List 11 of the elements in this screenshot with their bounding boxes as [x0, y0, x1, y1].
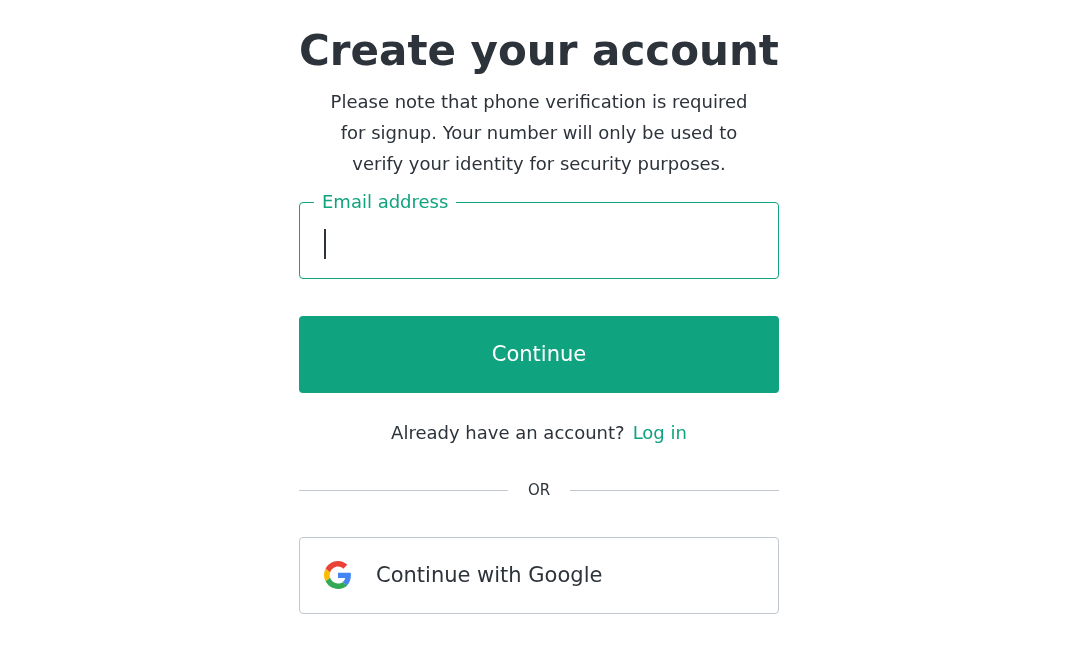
divider-text: OR — [526, 480, 552, 502]
description-text: Please note that phone verification is required for signup. Your number will only be used to verify your identity for security purposes. — [329, 90, 749, 177]
page-title: Create your account — [299, 26, 779, 77]
login-prompt-text: Already have an account? — [391, 422, 625, 444]
continue-button[interactable]: Continue — [299, 316, 779, 394]
button-label: Continue with Google — [376, 561, 603, 589]
google-signin-button[interactable]: Continue with Google — [299, 536, 779, 614]
field-label: Email address — [321, 191, 450, 214]
email-field[interactable]: Email address — [299, 191, 779, 280]
google-logo-icon — [324, 561, 352, 590]
login-link[interactable]: Log in — [632, 422, 687, 444]
